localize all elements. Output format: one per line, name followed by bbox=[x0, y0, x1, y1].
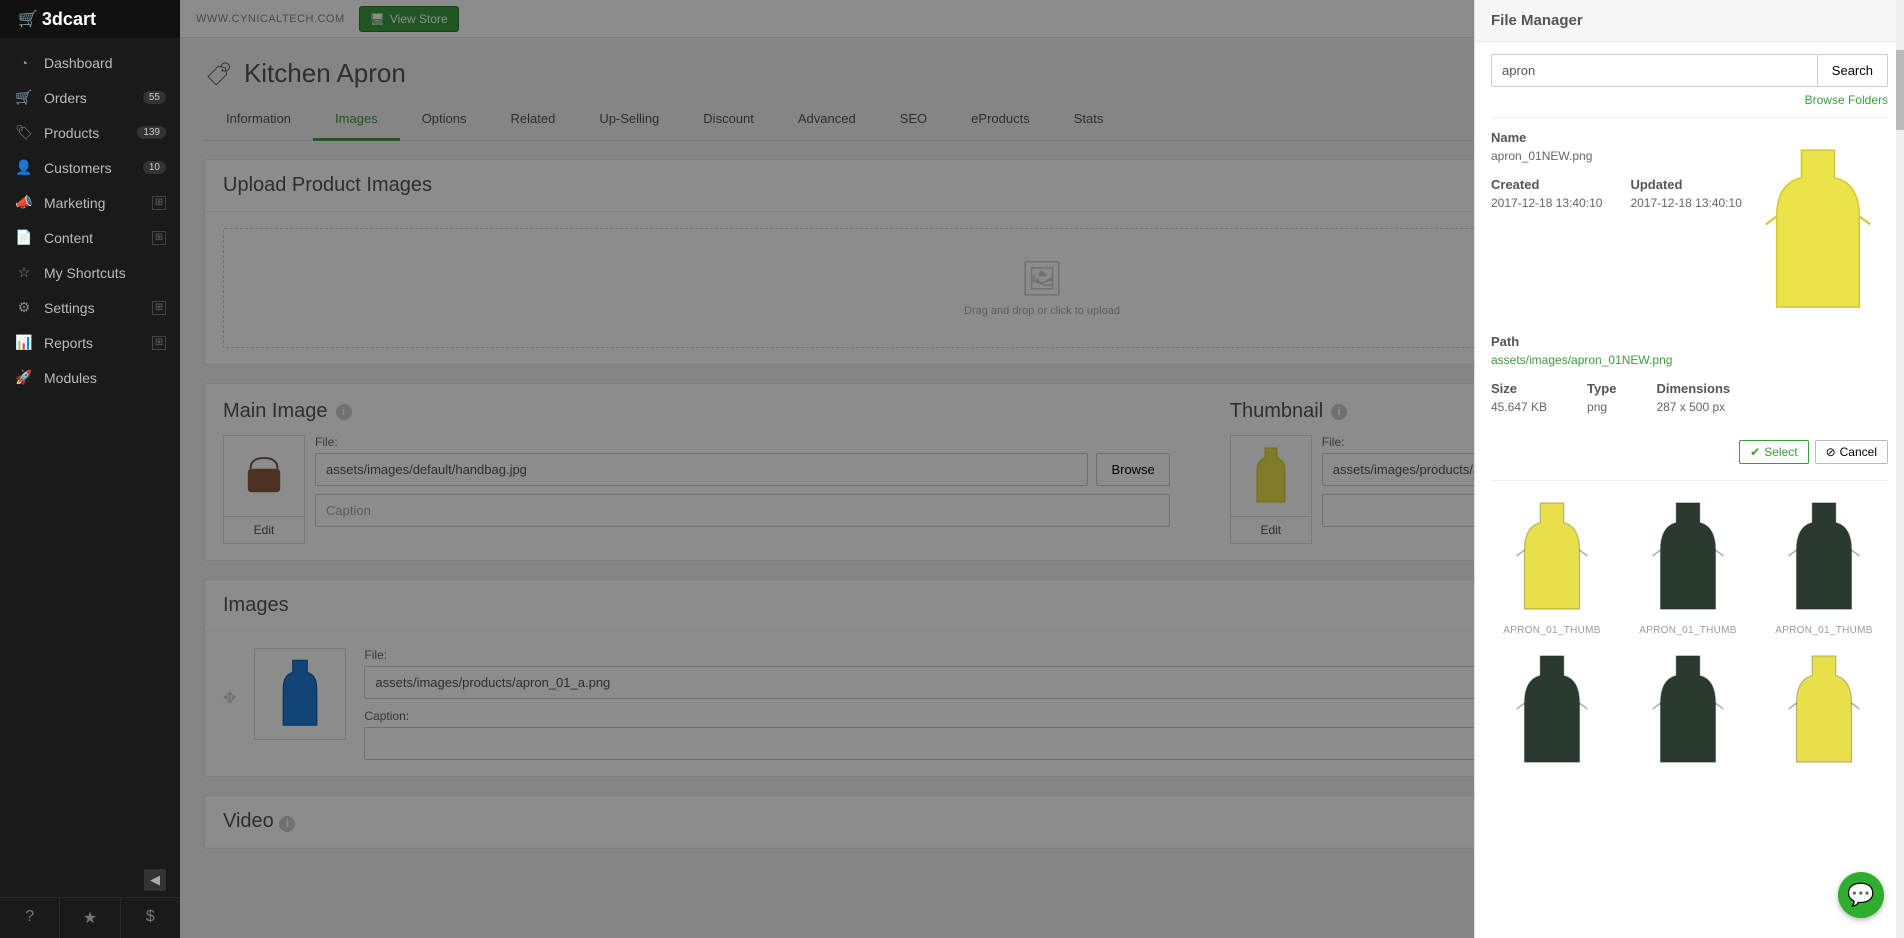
bottom-icons: ? ★ $ bbox=[0, 897, 180, 938]
sidebar-item-marketing[interactable]: 📣 Marketing ⊞ bbox=[0, 185, 180, 220]
nav-label: Marketing bbox=[44, 195, 105, 211]
nav-icon: 🛒 bbox=[14, 89, 34, 106]
search-button[interactable]: Search bbox=[1818, 54, 1888, 87]
file-tile[interactable]: APRON_01_THUMB bbox=[1763, 497, 1885, 636]
value-created: 2017-12-18 13:40:10 bbox=[1491, 196, 1602, 210]
sidebar-item-my-shortcuts[interactable]: ☆ My Shortcuts bbox=[0, 255, 180, 290]
cancel-icon: ⊘ bbox=[1826, 445, 1836, 459]
nav-label: Customers bbox=[44, 160, 112, 176]
sidebar: 🛒 3dcart ◔ Dashboard 🛒 Orders 55 🏷 Products 139… bbox=[0, 0, 180, 938]
value-name: apron_01NEW.png bbox=[1491, 149, 1744, 163]
file-tile-image bbox=[1491, 650, 1613, 772]
nav-icon: ☆ bbox=[14, 264, 34, 281]
dollar-icon[interactable]: $ bbox=[121, 898, 180, 938]
value-size: 45.647 KB bbox=[1491, 400, 1547, 414]
cart-icon: 🛒 bbox=[18, 9, 38, 29]
nav-icon: 👤 bbox=[14, 159, 34, 176]
file-preview bbox=[1758, 130, 1878, 330]
cancel-label: Cancel bbox=[1840, 445, 1877, 459]
label-name: Name bbox=[1491, 130, 1744, 145]
sidebar-item-content[interactable]: 📄 Content ⊞ bbox=[0, 220, 180, 255]
file-tile-image bbox=[1627, 650, 1749, 772]
file-tile-name: APRON_01_THUMB bbox=[1763, 625, 1885, 636]
file-tile-name: APRON_01_THUMB bbox=[1491, 625, 1613, 636]
nav-icon: 🚀 bbox=[14, 369, 34, 386]
file-tile-image bbox=[1763, 650, 1885, 772]
sidebar-item-settings[interactable]: ⚙ Settings ⊞ bbox=[0, 290, 180, 325]
nav-badge: 55 bbox=[143, 91, 166, 104]
select-button[interactable]: ✔ Select bbox=[1739, 440, 1808, 464]
nav-icon: 📄 bbox=[14, 229, 34, 246]
file-tile[interactable] bbox=[1763, 650, 1885, 778]
file-tile-image bbox=[1491, 497, 1613, 619]
scrollbar[interactable] bbox=[1896, 0, 1904, 938]
nav: ◔ Dashboard 🛒 Orders 55 🏷 Products 139 👤 Customer… bbox=[0, 38, 180, 863]
chat-bubble[interactable]: 💬 bbox=[1838, 872, 1884, 918]
value-updated: 2017-12-18 13:40:10 bbox=[1630, 196, 1741, 210]
cancel-button[interactable]: ⊘ Cancel bbox=[1815, 440, 1888, 464]
nav-label: Content bbox=[44, 230, 93, 246]
file-search-input[interactable] bbox=[1491, 54, 1818, 87]
sidebar-item-orders[interactable]: 🛒 Orders 55 bbox=[0, 80, 180, 115]
nav-icon: ◔ bbox=[14, 55, 34, 71]
label-type: Type bbox=[1587, 381, 1616, 396]
brand-name: 3dcart bbox=[42, 9, 96, 30]
file-manager-title: File Manager bbox=[1475, 0, 1904, 42]
label-path: Path bbox=[1491, 334, 1888, 349]
nav-label: Orders bbox=[44, 90, 87, 106]
value-type: png bbox=[1587, 400, 1616, 414]
collapse-sidebar[interactable]: ◀ bbox=[0, 863, 180, 897]
nav-label: Modules bbox=[44, 370, 97, 386]
label-size: Size bbox=[1491, 381, 1547, 396]
file-grid: APRON_01_THUMB APRON_01_THUMB APRON_01_T… bbox=[1491, 497, 1888, 778]
file-tile-image bbox=[1763, 497, 1885, 619]
nav-icon: 🏷 bbox=[14, 124, 34, 141]
file-tile[interactable] bbox=[1627, 650, 1749, 778]
nav-icon: 📣 bbox=[14, 194, 34, 211]
browse-folders-link[interactable]: Browse Folders bbox=[1805, 93, 1888, 107]
sidebar-item-dashboard[interactable]: ◔ Dashboard bbox=[0, 46, 180, 80]
nav-icon: ⚙ bbox=[14, 299, 34, 316]
file-tile-image bbox=[1627, 497, 1749, 619]
nav-label: Reports bbox=[44, 335, 93, 351]
nav-label: My Shortcuts bbox=[44, 265, 126, 281]
nav-badge: 10 bbox=[143, 161, 166, 174]
label-dimensions: Dimensions bbox=[1656, 381, 1730, 396]
nav-label: Products bbox=[44, 125, 99, 141]
file-tile[interactable]: APRON_01_THUMB bbox=[1627, 497, 1749, 636]
file-tile[interactable] bbox=[1491, 650, 1613, 778]
value-dimensions: 287 x 500 px bbox=[1656, 400, 1730, 414]
nav-label: Dashboard bbox=[44, 55, 113, 71]
expand-icon: ⊞ bbox=[152, 301, 166, 315]
file-tile-name: APRON_01_THUMB bbox=[1627, 625, 1749, 636]
sidebar-item-products[interactable]: 🏷 Products 139 bbox=[0, 115, 180, 150]
label-created: Created bbox=[1491, 177, 1602, 192]
nav-icon: 📊 bbox=[14, 334, 34, 351]
file-tile[interactable]: APRON_01_THUMB bbox=[1491, 497, 1613, 636]
check-icon: ✔ bbox=[1750, 445, 1760, 459]
star-icon[interactable]: ★ bbox=[60, 898, 120, 938]
sidebar-item-customers[interactable]: 👤 Customers 10 bbox=[0, 150, 180, 185]
label-updated: Updated bbox=[1630, 177, 1741, 192]
file-manager-panel: File Manager Search Browse Folders Name … bbox=[1474, 0, 1904, 938]
nav-badge: 139 bbox=[137, 126, 166, 139]
logo[interactable]: 🛒 3dcart bbox=[0, 0, 180, 38]
expand-icon: ⊞ bbox=[152, 336, 166, 350]
expand-icon: ⊞ bbox=[152, 231, 166, 245]
expand-icon: ⊞ bbox=[152, 196, 166, 210]
sidebar-item-modules[interactable]: 🚀 Modules bbox=[0, 360, 180, 395]
value-path[interactable]: assets/images/apron_01NEW.png bbox=[1491, 353, 1672, 367]
nav-label: Settings bbox=[44, 300, 95, 316]
help-icon[interactable]: ? bbox=[0, 898, 60, 938]
sidebar-item-reports[interactable]: 📊 Reports ⊞ bbox=[0, 325, 180, 360]
select-label: Select bbox=[1764, 445, 1797, 459]
